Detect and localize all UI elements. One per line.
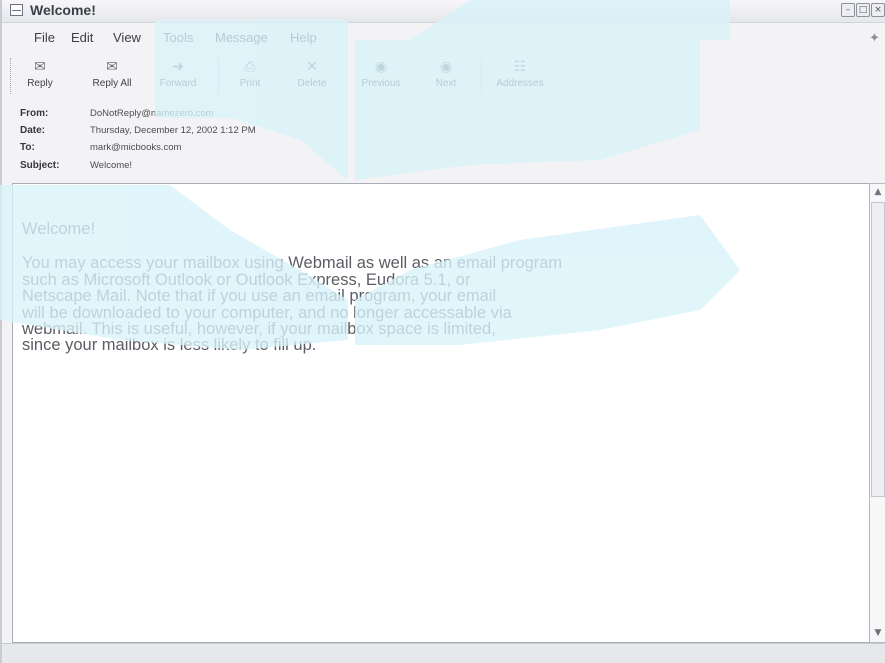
window-controls: – □ × [841, 3, 885, 17]
menu-message[interactable]: Message [215, 30, 268, 45]
delete-button[interactable]: ✕ Delete [290, 58, 334, 89]
menu-edit[interactable]: Edit [71, 30, 93, 45]
message-line: webmail. This is useful, however, if you… [22, 320, 496, 339]
scroll-down-arrow-icon[interactable]: ▼ [870, 625, 885, 642]
minimize-button[interactable]: – [841, 3, 855, 17]
from-label: From: [20, 108, 49, 119]
toolbar-separator [218, 58, 219, 94]
delete-icon: ✕ [306, 59, 318, 75]
close-button[interactable]: × [871, 3, 885, 17]
forward-label: Forward [159, 78, 197, 89]
next-button[interactable]: ◉ Next [426, 58, 466, 89]
menu-view[interactable]: View [113, 30, 141, 45]
previous-button[interactable]: ◉ Previous [356, 58, 406, 89]
previous-icon: ◉ [374, 59, 388, 75]
print-button[interactable]: ⎙ Print [231, 58, 269, 89]
delete-label: Delete [297, 78, 327, 89]
scroll-thumb[interactable] [871, 202, 885, 497]
reply-all-button[interactable]: ✉ Reply All [87, 58, 137, 89]
message-line: Netscape Mail. Note that if you use an e… [22, 287, 497, 306]
reply-button[interactable]: ✉ Reply [21, 58, 59, 89]
toolbar-grip[interactable] [10, 58, 14, 94]
message-window-icon[interactable] [10, 4, 23, 16]
subject-label: Subject: [20, 160, 60, 171]
reply-icon: ✉ [34, 59, 46, 75]
window-title: Welcome! [30, 2, 96, 18]
scroll-up-arrow-icon[interactable]: ▲ [870, 184, 885, 201]
to-label: To: [20, 142, 35, 153]
menu-tools[interactable]: Tools [163, 30, 193, 45]
reply-all-label: Reply All [92, 78, 132, 89]
message-line: will be downloaded to your computer, and… [22, 303, 512, 322]
previous-label: Previous [361, 78, 401, 89]
vertical-scrollbar[interactable]: ▲ ▼ [869, 183, 885, 643]
forward-button[interactable]: ➜ Forward [152, 58, 204, 89]
from-value[interactable]: DoNotReply@namezero.com [90, 108, 214, 119]
message-window: Welcome! – □ × File Edit View Tools Mess… [0, 0, 885, 663]
next-label: Next [435, 78, 457, 89]
addresses-label: Addresses [496, 78, 544, 89]
message-line: since your mailbox is less likely to fil… [22, 336, 317, 355]
subject-value: Welcome! [90, 160, 133, 171]
status-bar [2, 643, 885, 663]
next-icon: ◉ [439, 59, 453, 75]
address-book-icon: ☷ [513, 59, 527, 75]
addresses-button[interactable]: ☷ Addresses [490, 58, 550, 89]
toolbar-separator [481, 58, 482, 94]
reply-label: Reply [27, 78, 53, 89]
to-value[interactable]: mark@micbooks.com [90, 142, 181, 153]
message-line: You may access your mailbox using Webmai… [22, 254, 563, 273]
menu-file[interactable]: File [34, 30, 55, 45]
message-greeting: Welcome! [22, 220, 96, 238]
title-bar[interactable]: Welcome! – □ × [2, 0, 885, 23]
message-line: such as Microsoft Outlook or Outlook Exp… [22, 270, 471, 289]
print-icon: ⎙ [244, 59, 256, 75]
date-value: Thursday, December 12, 2002 1:12 PM [90, 125, 256, 136]
message-body-text[interactable]: Welcome! You may access your mailbox usi… [22, 221, 742, 354]
print-label: Print [239, 78, 261, 89]
forward-icon: ➜ [172, 59, 184, 75]
menu-bar: File Edit View Tools Message Help [2, 27, 885, 49]
date-label: Date: [20, 125, 46, 136]
maximize-button[interactable]: □ [856, 3, 870, 17]
activity-throbber-icon: ✦ [869, 30, 880, 45]
menu-help[interactable]: Help [290, 30, 317, 45]
reply-all-icon: ✉ [106, 59, 118, 75]
